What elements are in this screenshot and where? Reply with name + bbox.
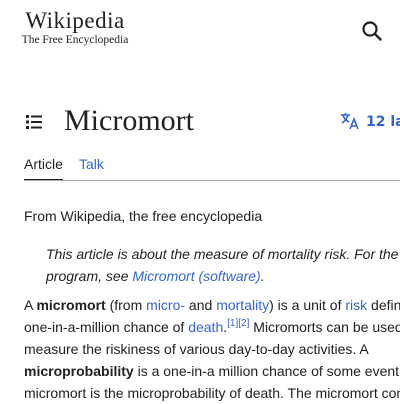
site-header: Wikipedia The Free Encyclopedia (0, 0, 400, 60)
hatnote: This article is about the measure of mor… (46, 243, 400, 287)
citation-link[interactable]: [1] (227, 318, 238, 329)
paragraph-text: Micromorts can be used (249, 319, 400, 335)
paragraph-text: (from (105, 297, 147, 313)
bold-term: microprobability (24, 363, 134, 379)
link-death[interactable]: death (188, 319, 223, 335)
page-tabs: Article Talk (24, 155, 400, 181)
paragraph-line: microprobability is a one-in-a million c… (24, 360, 400, 382)
hatnote-link[interactable]: Micromort (software) (132, 268, 260, 284)
paragraph-text: one-in-a-million chance of (24, 319, 189, 335)
wikipedia-logo[interactable]: Wikipedia The Free Encyclopedia (14, 9, 136, 47)
paragraph-line: one-in-a-million chance of death.[1][2] … (24, 316, 400, 338)
link-mortality[interactable]: mortality (216, 297, 269, 313)
logo-tagline: The Free Encyclopedia (21, 34, 129, 46)
search-icon (362, 21, 382, 41)
paragraph-line: micromort is the microprobability of dea… (24, 385, 400, 401)
list-icon (26, 115, 42, 129)
link-micro[interactable]: micro- (146, 297, 185, 313)
logo-wordmark: Wikipedia (25, 8, 125, 33)
tab-article[interactable]: Article (24, 155, 63, 181)
paragraph-text: ) is a unit of (269, 297, 346, 313)
paragraph-text: defin (367, 297, 400, 313)
paragraph-text: is a one-in-a million chance of some eve… (133, 363, 400, 379)
paragraph-text: A (24, 297, 37, 313)
hatnote-period: . (260, 268, 265, 284)
language-count-label: 12 la (366, 114, 400, 130)
translate-icon (341, 113, 359, 130)
bold-term: micromort (36, 297, 106, 313)
language-button[interactable]: 12 la (340, 111, 400, 133)
page-title: Micromort (64, 104, 194, 137)
site-tagline: From Wikipedia, the free encyclopedia (24, 208, 263, 224)
hatnote-text: program, see (46, 268, 133, 284)
paragraph-line: A micromort (from micro- and mortality) … (24, 294, 400, 316)
paragraph-text: and (185, 297, 217, 313)
tabs-divider (24, 180, 400, 181)
lead-paragraph: A micromort (from micro- and mortality) … (24, 294, 400, 404)
search-button[interactable] (360, 19, 384, 43)
link-risk[interactable]: risk (345, 297, 367, 313)
hatnote-line: program, see Micromort (software). (46, 265, 400, 287)
tab-talk[interactable]: Talk (79, 155, 104, 179)
table-of-contents-button[interactable] (22, 110, 46, 134)
citation-link[interactable]: [2] (238, 318, 249, 329)
hatnote-line: This article is about the measure of mor… (46, 246, 399, 262)
paragraph-line: measure the riskiness of various day-to-… (24, 341, 369, 357)
